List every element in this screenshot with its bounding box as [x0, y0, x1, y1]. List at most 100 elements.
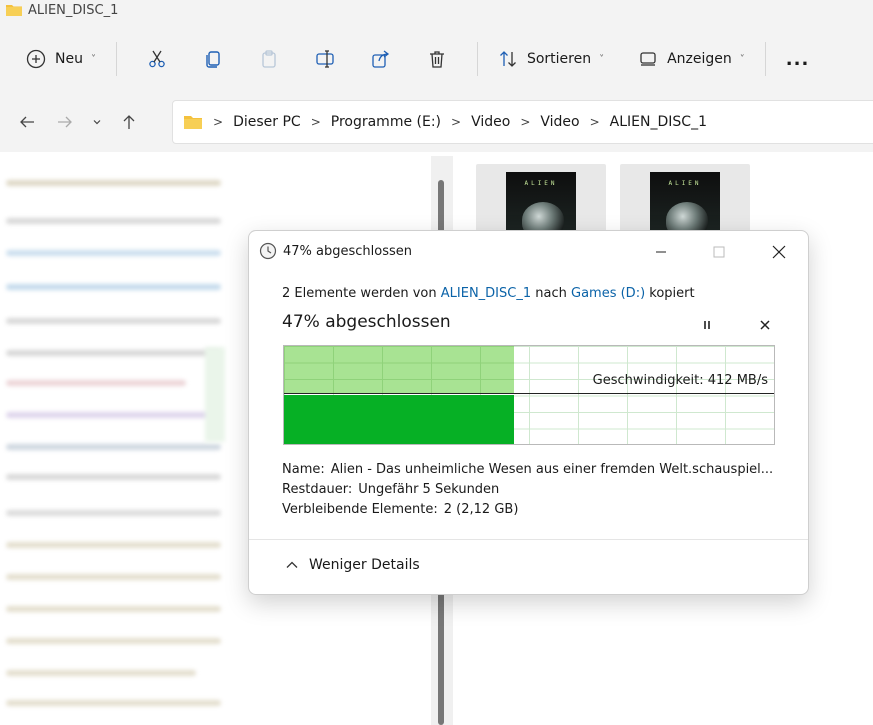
blurred-nav-item[interactable] [6, 574, 221, 580]
poster-title: ALIEN [668, 180, 702, 187]
blurred-nav-item[interactable] [6, 474, 221, 480]
close-icon [772, 245, 786, 259]
delete-button[interactable] [415, 39, 459, 79]
breadcrumb-item[interactable]: Video [540, 114, 579, 130]
chevron-right-icon: > [213, 115, 224, 129]
window-title: ALIEN_DISC_1 [28, 2, 119, 18]
paste-button[interactable] [247, 39, 291, 79]
close-button[interactable] [757, 237, 801, 267]
sort-arrows-icon [500, 51, 516, 67]
sort-button[interactable]: Sortieren ˅ [490, 39, 612, 79]
source-folder-link[interactable]: ALIEN_DISC_1 [441, 286, 531, 301]
chevron-down-icon: ˅ [90, 53, 96, 65]
blurred-nav-item[interactable] [6, 350, 221, 356]
share-button[interactable] [359, 39, 403, 79]
chevron-down-icon: ˅ [599, 53, 605, 65]
maximize-icon [713, 246, 725, 258]
view-button[interactable]: Anzeigen ˅ [630, 39, 753, 79]
arrow-up-icon [123, 115, 135, 129]
detail-key: Name: [282, 462, 325, 477]
clipboard-icon [262, 50, 276, 68]
chevron-down-icon [93, 120, 101, 125]
blurred-nav-item[interactable] [6, 284, 221, 290]
blurred-nav-item[interactable] [6, 250, 221, 256]
blurred-nav-item[interactable] [6, 542, 221, 548]
blurred-nav-item[interactable] [6, 380, 186, 386]
chevron-right-icon[interactable]: > [311, 115, 321, 129]
blurred-nav-item[interactable] [6, 638, 221, 644]
folder-icon [6, 5, 22, 16]
blurred-nav-item[interactable] [6, 700, 221, 706]
detail-key: Restdauer: [282, 482, 353, 497]
address-bar[interactable]: > Dieser PC > Programme (E:) > Video > V… [172, 100, 873, 144]
blurred-nav-item[interactable] [6, 180, 221, 186]
rename-button[interactable] [303, 39, 347, 79]
chevron-right-icon[interactable]: > [590, 115, 600, 129]
title-bar: ALIEN_DISC_1 [0, 0, 873, 20]
toolbar-divider [764, 42, 766, 76]
blurred-nav-item[interactable] [6, 412, 221, 418]
folder-icon [184, 116, 202, 129]
blurred-nav-item[interactable] [6, 670, 196, 676]
transfer-speed-graph: Geschwindigkeit: 412 MB/s [283, 345, 775, 445]
maximize-button[interactable] [697, 237, 741, 267]
back-button[interactable] [8, 103, 46, 141]
detail-row-remaining-items: Verbleibende Elemente: 2 (2,12 GB) [282, 500, 773, 520]
minimize-icon [656, 251, 666, 253]
blurred-nav-item[interactable] [6, 510, 221, 516]
breadcrumb-item[interactable]: ALIEN_DISC_1 [610, 114, 707, 130]
breadcrumb-item[interactable]: Video [471, 114, 510, 130]
chevron-right-icon[interactable]: > [520, 115, 530, 129]
breadcrumb-item[interactable]: Programme (E:) [331, 114, 441, 130]
view-button-label: Anzeigen [667, 51, 732, 67]
address-row: > Dieser PC > Programme (E:) > Video > V… [0, 92, 873, 152]
scissors-icon [149, 50, 165, 68]
progress-fill-dark [284, 395, 514, 444]
navigation-pane [0, 152, 230, 725]
graph-grid-overlay [284, 346, 514, 394]
new-button[interactable]: Neu ˅ [18, 39, 104, 79]
message-suffix: kopiert [649, 286, 695, 301]
more-options-button[interactable]: ... [778, 39, 818, 79]
dialog-title: 47% abgeschlossen [283, 243, 413, 259]
forward-button[interactable] [46, 103, 84, 141]
copy-progress-dialog: 47% abgeschlossen 2 Elemente werden von … [248, 230, 809, 595]
dialog-title-bar: 47% abgeschlossen [259, 241, 412, 261]
blurred-nav-item[interactable] [6, 444, 221, 450]
share-icon [372, 50, 390, 68]
recent-locations-button[interactable] [84, 103, 110, 141]
chevron-down-icon: ˅ [739, 53, 745, 65]
chevron-up-icon [286, 561, 298, 568]
view-icon [640, 52, 656, 66]
rename-icon [316, 50, 334, 68]
cancel-copy-button[interactable] [753, 313, 777, 337]
blurred-nav-item[interactable] [6, 606, 221, 612]
new-button-label: Neu [55, 51, 83, 67]
blurred-nav-item[interactable] [6, 218, 221, 224]
copy-button[interactable] [191, 39, 235, 79]
less-details-button[interactable]: Weniger Details [285, 557, 420, 573]
chevron-right-icon[interactable]: > [451, 115, 461, 129]
command-bar: Neu ˅ Sortieren ˅ Anzeigen ˅ ... [0, 28, 873, 90]
clock-icon [259, 242, 277, 260]
arrow-left-icon [20, 116, 34, 128]
breadcrumb-item[interactable]: Dieser PC [233, 114, 301, 130]
destination-drive-link[interactable]: Games (D:) [571, 286, 645, 301]
toolbar-divider [115, 42, 117, 76]
poster-title: ALIEN [524, 180, 558, 187]
cut-button[interactable] [135, 39, 179, 79]
detail-value: 2 (2,12 GB) [443, 502, 519, 517]
toolbar-divider [476, 42, 478, 76]
blurred-nav-item[interactable] [6, 318, 221, 324]
copy-icon [206, 51, 220, 68]
minimize-button[interactable] [639, 237, 683, 267]
detail-value: Ungefähr 5 Sekunden [358, 482, 500, 497]
progress-heading: 47% abgeschlossen [282, 312, 451, 332]
detail-key: Verbleibende Elemente: [282, 502, 438, 517]
pause-button[interactable] [695, 313, 719, 337]
close-icon [760, 320, 770, 330]
blurred-highlight [205, 347, 225, 442]
up-button[interactable] [110, 103, 148, 141]
detail-value: Alien - Das unheimliche Wesen aus einer … [330, 462, 774, 477]
transfer-details: Name: Alien - Das unheimliche Wesen aus … [282, 460, 773, 520]
